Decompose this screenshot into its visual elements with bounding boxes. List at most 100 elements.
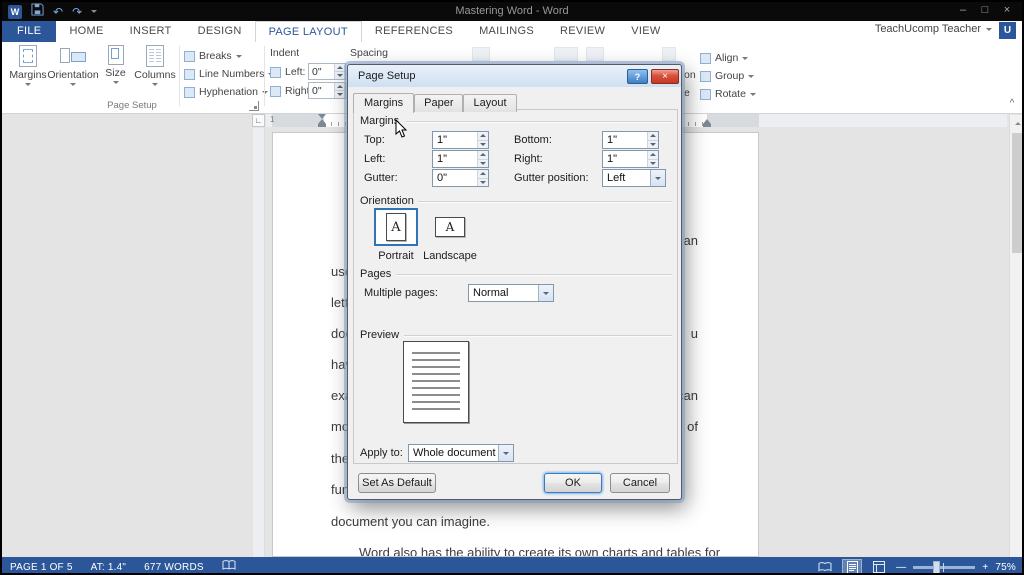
document-text-line: Word also has the ability to create its … [359, 545, 720, 557]
indent-label: Indent [270, 47, 299, 59]
columns-button[interactable]: Columns [134, 42, 176, 102]
line-numbers-button[interactable]: Line Numbers [184, 66, 274, 82]
align-icon [700, 53, 711, 64]
indent-left-label: Left: [285, 66, 305, 78]
zoom-slider-thumb[interactable] [933, 561, 940, 574]
landscape-option[interactable]: A [428, 208, 472, 246]
dialog-tab-paper[interactable]: Paper [414, 94, 463, 112]
chevron-down-icon [986, 28, 992, 31]
window-title: Mastering Word - Word [2, 2, 1022, 21]
indent-left-icon [270, 67, 281, 78]
gutter-input[interactable] [433, 170, 477, 186]
apply-to-select[interactable]: Whole document [408, 444, 514, 462]
top-margin-up-button[interactable] [478, 132, 488, 140]
breaks-label: Breaks [199, 50, 232, 62]
tab-references[interactable]: REFERENCES [362, 21, 466, 42]
right-margin-input[interactable] [603, 151, 647, 167]
zoom-level[interactable]: 75% [995, 562, 1016, 573]
maximize-button[interactable]: □ [974, 2, 996, 20]
right-margin-spinner [602, 150, 659, 168]
portrait-option[interactable]: A [374, 208, 418, 246]
breaks-button[interactable]: Breaks [184, 48, 242, 64]
margins-section-legend: Margins [360, 115, 399, 127]
indent-right-down-button[interactable] [335, 90, 345, 98]
indent-right-input[interactable] [309, 83, 334, 98]
group-button[interactable]: Group [700, 68, 754, 84]
right-margin-up-button[interactable] [648, 151, 658, 159]
chevron-down-icon [538, 285, 553, 301]
set-as-default-button[interactable]: Set As Default [358, 473, 436, 493]
indent-left-down-button[interactable] [335, 71, 345, 79]
tab-design[interactable]: DESIGN [185, 21, 255, 42]
size-button[interactable]: Size [99, 42, 132, 102]
gutter-up-button[interactable] [478, 170, 488, 178]
dialog-tab-strip: Margins Paper Layout [353, 92, 517, 112]
mouse-cursor [395, 119, 407, 143]
gutter-down-button[interactable] [478, 178, 488, 187]
bottom-margin-input[interactable] [603, 132, 647, 148]
account-menu[interactable]: TeachUcomp Teacher [875, 23, 992, 35]
left-indent-marker[interactable] [318, 124, 326, 127]
user-avatar[interactable]: U [999, 22, 1016, 39]
cancel-button[interactable]: Cancel [610, 473, 670, 493]
vertical-scrollbar[interactable] [1009, 115, 1024, 557]
chevron-down-icon [236, 55, 242, 58]
scroll-up-icon[interactable] [1010, 115, 1024, 131]
tab-review[interactable]: REVIEW [547, 21, 618, 42]
hyphenation-button[interactable]: Hyphenation [184, 84, 268, 100]
left-margin-up-button[interactable] [478, 151, 488, 159]
clipped-ribbon-control [586, 47, 604, 61]
tab-home[interactable]: HOME [56, 21, 116, 42]
gutter-position-select[interactable]: Left [602, 169, 666, 187]
tab-selector[interactable]: ∟ [252, 114, 265, 127]
left-margin-input[interactable] [433, 151, 477, 167]
tab-view[interactable]: VIEW [618, 21, 673, 42]
tab-insert[interactable]: INSERT [117, 21, 185, 42]
section-divider [418, 201, 672, 202]
zoom-slider[interactable] [913, 566, 975, 569]
left-margin-spinner [432, 150, 489, 168]
proofing-status-icon[interactable] [222, 558, 236, 575]
dialog-tab-margins[interactable]: Margins [353, 93, 414, 113]
apply-to-label: Apply to: [360, 447, 403, 459]
orientation-button[interactable]: Orientation [50, 42, 96, 102]
scrollbar-thumb[interactable] [1012, 133, 1024, 253]
read-mode-button[interactable] [815, 559, 835, 575]
zoom-out-button[interactable]: — [896, 562, 906, 573]
indent-right-up-button[interactable] [335, 83, 345, 90]
multiple-pages-select[interactable]: Normal [468, 284, 554, 302]
dialog-close-button[interactable]: × [651, 69, 679, 84]
close-button[interactable]: × [996, 2, 1018, 20]
top-margin-input[interactable] [433, 132, 477, 148]
collapse-ribbon-button[interactable]: ^ [1004, 98, 1020, 112]
bottom-margin-up-button[interactable] [648, 132, 658, 140]
gutter-spinner [432, 169, 489, 187]
tab-mailings[interactable]: MAILINGS [466, 21, 547, 42]
bottom-margin-down-button[interactable] [648, 140, 658, 149]
rotate-button[interactable]: Rotate [700, 86, 756, 102]
left-margin-down-button[interactable] [478, 159, 488, 168]
tab-file[interactable]: FILE [2, 21, 56, 42]
page-setup-dialog-launcher[interactable] [249, 101, 259, 111]
ok-button[interactable]: OK [544, 473, 602, 493]
margins-button[interactable]: Margins [8, 42, 48, 102]
tab-page-layout[interactable]: PAGE LAYOUT [255, 21, 362, 42]
ribbon-tab-bar: FILE HOME INSERT DESIGN PAGE LAYOUT REFE… [2, 21, 1022, 42]
right-indent-marker-box[interactable] [703, 124, 711, 127]
page-indicator[interactable]: PAGE 1 OF 5 [10, 562, 73, 573]
print-layout-button[interactable] [842, 559, 862, 575]
indent-left-up-button[interactable] [335, 64, 345, 71]
indent-left-input[interactable] [309, 64, 334, 79]
vertical-ruler[interactable] [253, 128, 265, 557]
clipped-ribbon-control [554, 47, 578, 61]
zoom-in-button[interactable]: + [982, 562, 988, 573]
indent-right-icon [270, 86, 281, 97]
right-margin-down-button[interactable] [648, 159, 658, 168]
minimize-button[interactable]: – [952, 2, 974, 20]
top-margin-down-button[interactable] [478, 140, 488, 149]
web-layout-button[interactable] [869, 559, 889, 575]
align-button[interactable]: Align [700, 50, 748, 66]
dialog-tab-layout[interactable]: Layout [463, 94, 516, 112]
word-count[interactable]: 677 WORDS [144, 562, 204, 573]
dialog-help-button[interactable]: ? [627, 69, 648, 84]
